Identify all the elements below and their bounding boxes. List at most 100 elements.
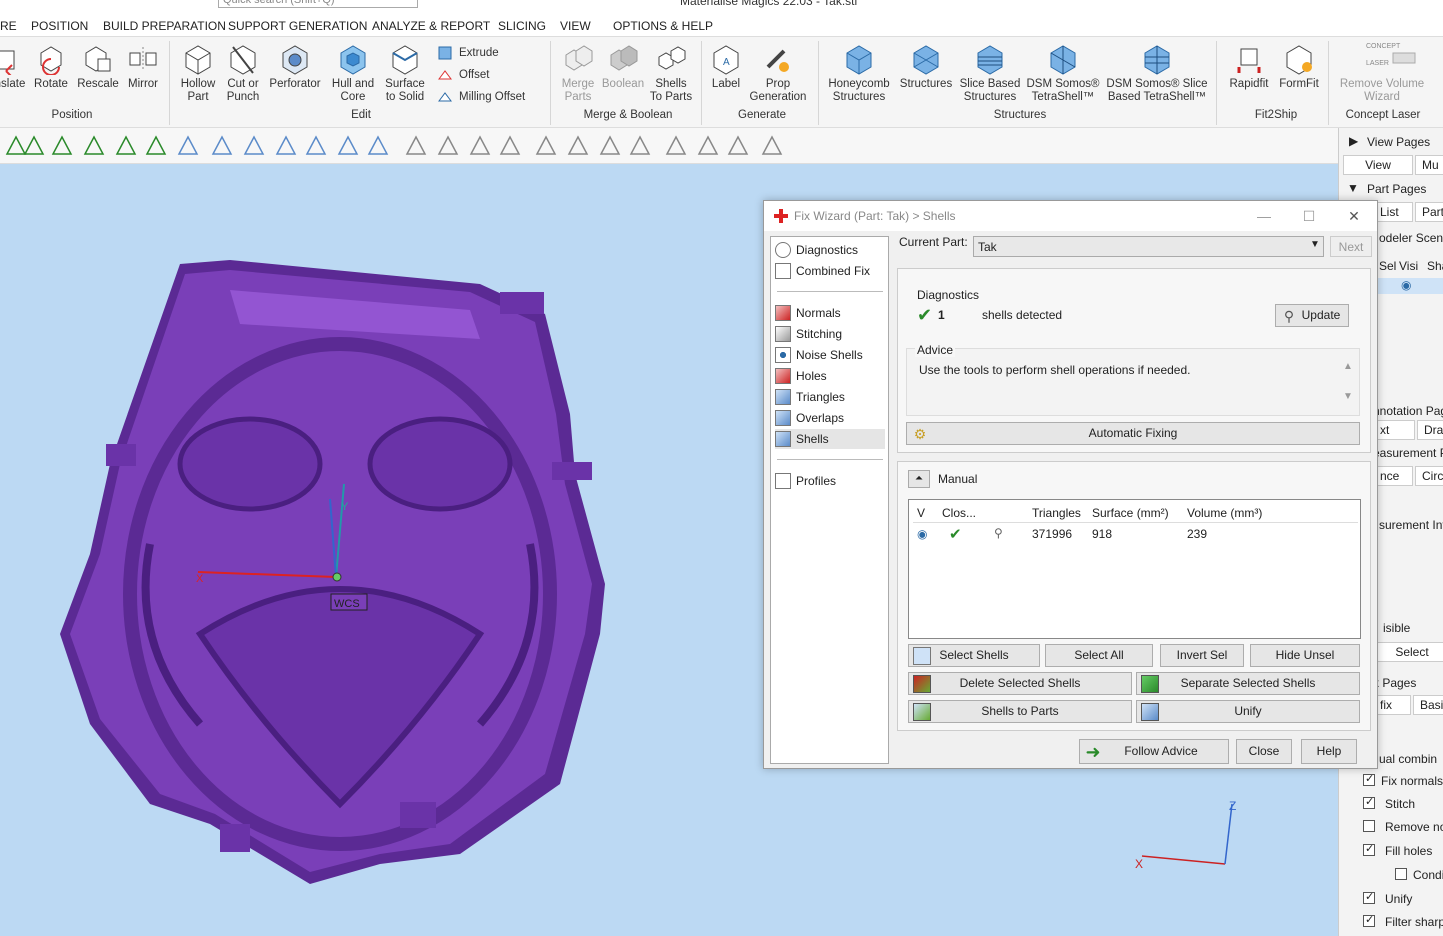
follow-advice-button[interactable]: ➜ Follow Advice	[1079, 739, 1229, 764]
remove-volume-wizard-button[interactable]: CONCEPT LASER Remove Volume Wizard	[1334, 37, 1430, 104]
toolbar-tool-icon[interactable]	[336, 134, 360, 158]
toolbar-tool-icon[interactable]	[210, 134, 234, 158]
nav-triangles[interactable]: Triangles	[775, 387, 885, 407]
nav-diagnostics[interactable]: Diagnostics	[775, 240, 885, 260]
tab-list[interactable]: List	[1373, 202, 1413, 222]
nav-shells[interactable]: Shells	[775, 429, 885, 449]
measurement-pages-header[interactable]: easurement P	[1373, 446, 1443, 460]
toolbar-tool-icon[interactable]	[468, 134, 492, 158]
toolbar-tool-icon[interactable]	[274, 134, 298, 158]
toolbar-tool-icon[interactable]	[304, 134, 328, 158]
menu-support-generation[interactable]: SUPPORT GENERATION	[228, 19, 367, 33]
view-pages-header[interactable]: View Pages	[1367, 135, 1430, 149]
fix-pages-header[interactable]: x Pages	[1373, 676, 1416, 690]
toolbar-tool-icon[interactable]	[366, 134, 390, 158]
current-part-select[interactable]: Tak ▼	[973, 236, 1324, 257]
magnifier-icon[interactable]: ⚲	[994, 526, 1003, 540]
merge-parts-button[interactable]: Merge Parts	[558, 37, 598, 104]
close-icon[interactable]: ✕	[1344, 206, 1364, 226]
select-shells-button[interactable]: Select Shells	[908, 644, 1040, 667]
extrude-button[interactable]: Extrude	[437, 45, 499, 61]
part-pages-header[interactable]: Part Pages	[1367, 182, 1426, 196]
toolbar-tool-icon[interactable]	[114, 134, 138, 158]
update-button[interactable]: ⚲ Update	[1275, 304, 1349, 327]
milling-offset-button[interactable]: Milling Offset	[437, 89, 525, 105]
menu-analyze-report[interactable]: ANALYZE & REPORT	[372, 19, 490, 33]
shells-to-parts-button[interactable]: Shells To Parts	[648, 37, 694, 104]
tab-circle[interactable]: Circl	[1415, 466, 1443, 486]
tab-text[interactable]: xt	[1373, 420, 1415, 440]
menu-build-preparation[interactable]: BUILD PREPARATION	[103, 19, 226, 33]
remove-noise-checkbox[interactable]	[1363, 820, 1375, 832]
menu-slicing[interactable]: SLICING	[498, 19, 546, 33]
perforator-button[interactable]: Perforator	[268, 37, 322, 91]
nav-normals[interactable]: Normals	[775, 303, 885, 323]
stitch-checkbox[interactable]	[1363, 795, 1375, 809]
toolbar-tool-icon[interactable]	[22, 134, 46, 158]
tab-mu[interactable]: Mu	[1415, 155, 1443, 175]
next-button[interactable]: Next	[1330, 236, 1372, 257]
toolbar-tool-icon[interactable]	[82, 134, 106, 158]
tab-fix[interactable]: fix	[1373, 695, 1411, 715]
toolbar-tool-icon[interactable]	[144, 134, 168, 158]
shells-to-parts-button[interactable]: Shells to Parts	[908, 700, 1132, 723]
translate-button[interactable]: nslate	[0, 37, 28, 91]
select-all-button[interactable]: Select All	[1045, 644, 1153, 667]
toolbar-tool-icon[interactable]	[50, 134, 74, 158]
toolbar-tool-icon[interactable]	[498, 134, 522, 158]
rapidfit-button[interactable]: Rapidfit	[1224, 37, 1274, 91]
dsm-tetrashell-button[interactable]: DSM Somos® TetraShell™	[1026, 37, 1100, 104]
hollow-part-button[interactable]: Hollow Part	[176, 37, 220, 104]
menu-position[interactable]: POSITION	[31, 19, 88, 33]
toolbar-tool-icon[interactable]	[436, 134, 460, 158]
condition-checkbox[interactable]	[1395, 868, 1407, 880]
quick-search-input[interactable]: Quick search (Shift+Q)	[218, 0, 418, 8]
maximize-icon[interactable]: ☐	[1299, 206, 1319, 226]
dsm-slice-tetrashell-button[interactable]: DSM Somos® Slice Based TetraShell™	[1104, 37, 1210, 104]
toolbar-tool-icon[interactable]	[726, 134, 750, 158]
fix-normals-checkbox[interactable]	[1363, 772, 1375, 786]
toolbar-tool-icon[interactable]	[696, 134, 720, 158]
select-button[interactable]: Select	[1377, 642, 1443, 662]
toolbar-tool-icon[interactable]	[598, 134, 622, 158]
boolean-button[interactable]: Boolean	[600, 37, 646, 91]
delete-selected-shells-button[interactable]: Delete Selected Shells	[908, 672, 1132, 695]
collapse-icon[interactable]: ⏶	[908, 470, 930, 488]
rescale-button[interactable]: Rescale	[76, 37, 120, 91]
toolbar-tool-icon[interactable]	[664, 134, 688, 158]
dialog-title-bar[interactable]: Fix Wizard (Part: Tak) > Shells — ☐ ✕	[764, 201, 1377, 231]
menu-options-help[interactable]: OPTIONS & HELP	[613, 19, 713, 33]
label-button[interactable]: A Label	[706, 37, 746, 91]
help-button[interactable]: Help	[1301, 739, 1357, 764]
toolbar-tool-icon[interactable]	[534, 134, 558, 158]
offset-button[interactable]: Offset	[437, 67, 489, 83]
nav-profiles[interactable]: Profiles	[775, 471, 885, 491]
automatic-fixing-button[interactable]: ⚙ Automatic Fixing	[906, 422, 1360, 445]
close-button[interactable]: Close	[1236, 739, 1292, 764]
separate-selected-shells-button[interactable]: Separate Selected Shells	[1136, 672, 1360, 695]
scroll-down-icon[interactable]: ▼	[1343, 391, 1353, 402]
nav-stitching[interactable]: Stitching	[775, 324, 885, 344]
surface-to-solid-button[interactable]: Surface to Solid	[382, 37, 428, 104]
table-row[interactable]: ◉ ✔ ⚲ 371996 918 239	[909, 524, 1360, 544]
nav-overlaps[interactable]: Overlaps	[775, 408, 885, 428]
slice-based-structures-button[interactable]: Slice Based Structures	[958, 37, 1022, 104]
tab-part-info[interactable]: Part I	[1415, 202, 1443, 222]
nav-holes[interactable]: Holes	[775, 366, 885, 386]
view-pages-expander-icon[interactable]: ▶	[1349, 134, 1358, 148]
honeycomb-structures-button[interactable]: Honeycomb Structures	[826, 37, 892, 104]
toolbar-tool-icon[interactable]	[628, 134, 652, 158]
structures-button[interactable]: Structures	[896, 37, 956, 91]
mirror-button[interactable]: Mirror	[124, 37, 162, 91]
toolbar-tool-icon[interactable]	[760, 134, 784, 158]
prop-generation-button[interactable]: Prop Generation	[748, 37, 808, 104]
tab-draw[interactable]: Dra	[1417, 420, 1443, 440]
menu-view[interactable]: VIEW	[560, 19, 591, 33]
scroll-up-icon[interactable]: ▲	[1343, 361, 1353, 372]
tab-basic[interactable]: Basic	[1413, 695, 1443, 715]
toolbar-tool-icon[interactable]	[404, 134, 428, 158]
part-pages-expander-icon[interactable]: ▼	[1347, 181, 1359, 195]
annotation-pages-header[interactable]: nnotation Pag	[1373, 404, 1443, 418]
tab-distance[interactable]: nce	[1373, 466, 1413, 486]
shells-table[interactable]: V Clos... Triangles Surface (mm²) Volume…	[908, 499, 1361, 639]
